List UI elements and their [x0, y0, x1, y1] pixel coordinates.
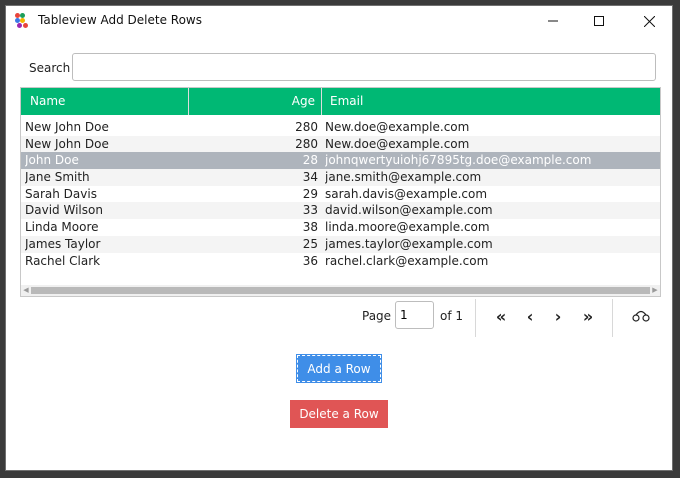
cell-name: Sarah Davis	[25, 186, 97, 201]
cell-email: rachel.clark@example.com	[325, 253, 489, 268]
title-bar[interactable]: Tableview Add Delete Rows	[6, 6, 672, 36]
cell-email: New.doe@example.com	[325, 120, 470, 134]
first-page-button[interactable]: «	[489, 304, 513, 328]
cell-name: New John Doe	[25, 120, 109, 134]
cell-age: 29	[302, 186, 318, 201]
cell-email: sarah.davis@example.com	[325, 186, 488, 201]
scrollbar-thumb[interactable]	[31, 287, 650, 294]
cell-name: John Doe	[25, 153, 79, 168]
table-row[interactable]: Jane Smith 34 jane.smith@example.com	[21, 169, 660, 186]
cell-age: 34	[302, 170, 318, 185]
cell-name: James Taylor	[25, 236, 101, 251]
table-row[interactable]: New John Doe 280 New.doe@example.com	[21, 135, 660, 153]
table-row[interactable]: David Wilson 33 david.wilson@example.com	[21, 202, 660, 220]
cell-name: David Wilson	[25, 203, 103, 218]
last-page-button[interactable]: »	[576, 304, 600, 328]
link-icon	[632, 310, 650, 322]
table-row-selected[interactable]: John Doe 28 johnqwertyuiohj67895tg.doe@e…	[21, 152, 660, 170]
prev-page-button[interactable]: ‹	[518, 304, 542, 328]
cell-age: 33	[302, 203, 318, 218]
cell-email: New.doe@example.com	[325, 136, 470, 151]
cell-age: 36	[302, 253, 318, 268]
search-label: Search	[29, 61, 71, 75]
horizontal-scrollbar[interactable]: ◀ ▶	[21, 285, 660, 296]
column-header-name[interactable]: Name	[21, 88, 189, 115]
page-number-input[interactable]	[395, 301, 434, 329]
next-page-button[interactable]: ›	[546, 304, 570, 328]
cell-name: Jane Smith	[25, 170, 90, 185]
cell-name: New John Doe	[25, 136, 109, 151]
cell-age: 38	[302, 220, 318, 235]
table-row[interactable]: Rachel Clark 36 rachel.clark@example.com	[21, 253, 660, 270]
cell-email: jane.smith@example.com	[325, 170, 482, 185]
table-row[interactable]: New John Doe 280 New.doe@example.com	[21, 119, 660, 136]
table-body: New John Doe 280 New.doe@example.com New…	[21, 119, 660, 269]
pager-divider	[475, 299, 476, 337]
app-dots-icon	[15, 13, 30, 28]
page-of-label: of 1	[440, 309, 464, 323]
cell-email: david.wilson@example.com	[325, 203, 493, 218]
app-window: Tableview Add Delete Rows Search Name Ag…	[5, 5, 673, 471]
page-label: Page	[362, 309, 392, 323]
delete-row-button[interactable]: Delete a Row	[290, 400, 388, 428]
cell-email: james.taylor@example.com	[325, 236, 493, 251]
column-header-email[interactable]: Email	[322, 88, 660, 115]
pager-options-button[interactable]	[629, 304, 653, 328]
cell-email: johnqwertyuiohj67895tg.doe@example.com	[325, 153, 592, 168]
maximize-icon	[594, 16, 604, 26]
cell-name: Linda Moore	[25, 220, 99, 235]
add-row-button[interactable]: Add a Row	[296, 354, 382, 383]
scroll-right-icon[interactable]: ▶	[650, 285, 660, 296]
table-row[interactable]: James Taylor 25 james.taylor@example.com	[21, 235, 660, 253]
cell-name: Rachel Clark	[25, 253, 101, 268]
maximize-button[interactable]	[576, 6, 622, 36]
data-table: Name Age Email New John Doe 280 New.doe@…	[20, 87, 661, 297]
scroll-left-icon[interactable]: ◀	[21, 285, 31, 296]
close-button[interactable]	[626, 6, 672, 36]
table-row[interactable]: Sarah Davis 29 sarah.davis@example.com	[21, 186, 660, 203]
cell-age: 25	[302, 236, 318, 251]
minimize-button[interactable]	[530, 6, 576, 36]
pager-divider	[612, 299, 613, 337]
cell-age: 280	[295, 136, 318, 151]
close-icon	[643, 15, 655, 27]
column-header-age[interactable]: Age	[189, 88, 322, 115]
table-header: Name Age Email	[21, 88, 660, 115]
window-title: Tableview Add Delete Rows	[38, 13, 202, 27]
table-row[interactable]: Linda Moore 38 linda.moore@example.com	[21, 219, 660, 236]
search-input[interactable]	[72, 53, 656, 81]
cell-email: linda.moore@example.com	[325, 220, 490, 235]
cell-age: 280	[295, 120, 318, 134]
cell-age: 28	[302, 153, 318, 168]
minimize-icon	[548, 20, 558, 22]
